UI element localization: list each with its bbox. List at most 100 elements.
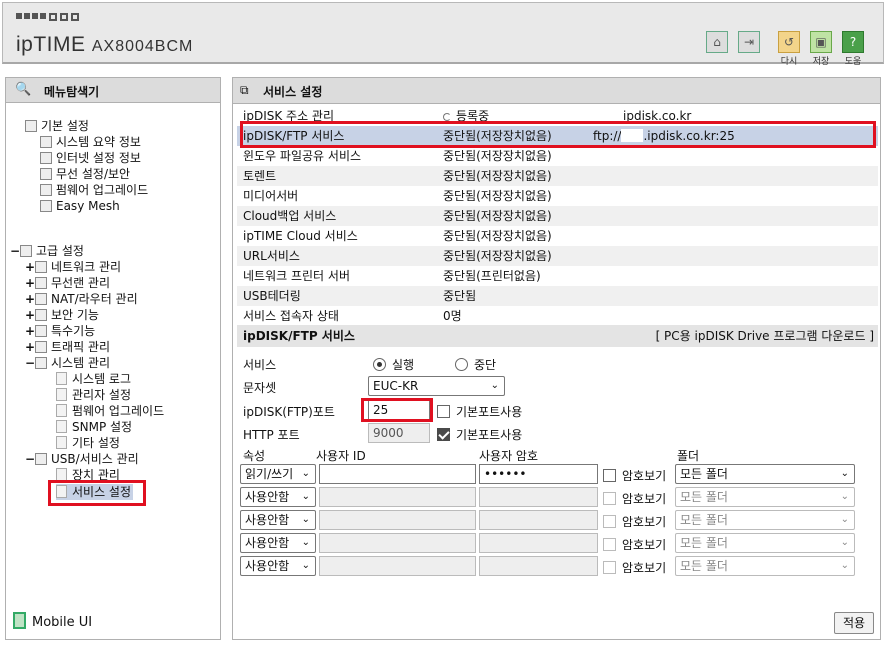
account-pass-input[interactable]: •••••• xyxy=(479,464,598,484)
tree-item-other[interactable]: 기타 설정 xyxy=(56,435,120,451)
tree-item-firmware[interactable]: 펌웨어 업그레이드 xyxy=(40,182,148,198)
run-radio[interactable]: 실행 xyxy=(373,356,414,373)
show-password-checkbox[interactable]: 암호보기 xyxy=(603,490,666,507)
service-status: 중단됨(저장장치없음) xyxy=(443,229,552,243)
charset-select[interactable]: EUC-KR ⌄ xyxy=(368,376,505,396)
account-folder-select[interactable]: 모든 폴더 ⌄ xyxy=(675,533,855,553)
logout-button[interactable]: ⇥ xyxy=(736,31,762,53)
tree-item-traffic[interactable]: + 트래픽 관리 xyxy=(25,339,110,355)
account-pass-input[interactable] xyxy=(479,510,598,530)
tree-item-usb[interactable]: − USB/서비스 관리 xyxy=(25,451,139,467)
chevron-down-icon: ⌄ xyxy=(301,468,310,479)
radio-icon xyxy=(373,358,386,371)
stop-radio[interactable]: 중단 xyxy=(455,356,496,373)
tree-item-network[interactable]: + 네트워크 관리 xyxy=(25,259,121,275)
gear-icon xyxy=(35,325,47,337)
account-folder-select[interactable]: 모든 폴더 ⌄ xyxy=(675,464,855,484)
col-user-header: 사용자 ID xyxy=(316,449,366,463)
account-pass-input[interactable] xyxy=(479,487,598,507)
tree-item-wireless[interactable]: 무선 설정/보안 xyxy=(40,166,130,182)
account-folder-select[interactable]: 모든 폴더 ⌄ xyxy=(675,510,855,530)
account-folder-select[interactable]: 모든 폴더 ⌄ xyxy=(675,556,855,576)
tree-item-syslog[interactable]: 시스템 로그 xyxy=(56,371,131,387)
tree-item-snmp[interactable]: SNMP 설정 xyxy=(56,419,132,435)
account-user-input[interactable] xyxy=(319,533,476,553)
select-value: 사용안함 xyxy=(245,513,290,527)
http-default-port-checkbox[interactable]: 기본포트사용 xyxy=(437,426,522,443)
account-attr-select[interactable]: 사용안함 ⌄ xyxy=(240,487,316,507)
checkbox-icon xyxy=(603,538,616,551)
tree-label: NAT/라우터 관리 xyxy=(51,292,138,306)
show-password-checkbox[interactable]: 암호보기 xyxy=(603,513,666,530)
show-password-checkbox[interactable]: 암호보기 xyxy=(603,559,666,576)
tree-label: 펌웨어 업그레이드 xyxy=(56,183,149,197)
upgrade-icon xyxy=(40,184,52,196)
service-row: ipTIME Cloud 서비스 중단됨(저장장치없음) xyxy=(237,226,878,246)
model-name: AX8004BCM xyxy=(91,38,194,55)
account-user-input[interactable] xyxy=(319,487,476,507)
window-icon: ⧉ xyxy=(240,83,249,97)
radio-label: 중단 xyxy=(474,358,497,372)
input-value: 9000 xyxy=(373,426,404,440)
tree-label: 기타 설정 xyxy=(72,436,120,450)
ipdisk-drive-download-link[interactable]: [ PC용 ipDISK Drive 프로그램 다운로드 ] xyxy=(656,325,874,347)
col-folder-header: 폴더 xyxy=(677,449,700,463)
service-status: 중단됨(저장장치없음) xyxy=(443,189,552,203)
chevron-down-icon: ⌄ xyxy=(840,560,849,571)
account-attr-select[interactable]: 읽기/쓰기 ⌄ xyxy=(240,464,316,484)
show-password-checkbox[interactable]: 암호보기 xyxy=(603,467,666,484)
ftp-default-port-checkbox[interactable]: 기본포트사용 xyxy=(437,403,522,420)
service-name: USB테더링 xyxy=(243,289,301,303)
account-attr-select[interactable]: 사용안함 ⌄ xyxy=(240,510,316,530)
home-button[interactable]: ⌂ xyxy=(704,31,730,53)
tree-label: 인터넷 설정 정보 xyxy=(56,151,141,165)
mobile-ui-link[interactable]: Mobile UI xyxy=(13,612,92,630)
select-value: 모든 폴더 xyxy=(680,467,728,481)
apply-button[interactable]: 적용 xyxy=(834,612,874,634)
tree-label: 시스템 로그 xyxy=(72,372,132,386)
service-row: 토렌트 중단됨(저장장치없음) xyxy=(237,166,878,186)
account-user-input[interactable] xyxy=(319,556,476,576)
tree-item-security[interactable]: + 보안 기능 xyxy=(25,307,99,323)
account-pass-input[interactable] xyxy=(479,533,598,553)
http-port-input[interactable]: 9000 xyxy=(368,423,430,443)
account-attr-select[interactable]: 사용안함 ⌄ xyxy=(240,533,316,553)
ftp-port-label: ipDISK(FTP)포트 xyxy=(243,405,335,419)
refresh-button[interactable]: ↺ 다시 xyxy=(776,31,802,67)
account-user-input[interactable] xyxy=(319,464,476,484)
tree-label: 시스템 요약 정보 xyxy=(56,135,141,149)
router-icon xyxy=(35,293,47,305)
tree-item-internet-info[interactable]: 인터넷 설정 정보 xyxy=(40,150,141,166)
show-password-checkbox[interactable]: 암호보기 xyxy=(603,536,666,553)
help-button[interactable]: ? 도움 xyxy=(840,31,866,67)
service-name: Cloud백업 서비스 xyxy=(243,209,337,223)
tree-item-special[interactable]: + 특수기능 xyxy=(25,323,95,339)
tree-item-wlan[interactable]: + 무선랜 관리 xyxy=(25,275,110,291)
tree-label: Easy Mesh xyxy=(56,199,120,213)
main-header: ⧉ 서비스 설정 xyxy=(233,78,880,104)
input-value: •••••• xyxy=(484,467,527,481)
search-icon: 🔍 xyxy=(15,82,32,97)
tree-basic-settings[interactable]: 기본 설정 xyxy=(25,118,89,134)
account-attr-select[interactable]: 사용안함 ⌄ xyxy=(240,556,316,576)
tree-item-admin[interactable]: 관리자 설정 xyxy=(56,387,131,403)
account-pass-input[interactable] xyxy=(479,556,598,576)
select-value: 사용안함 xyxy=(245,559,290,573)
page-icon xyxy=(56,420,67,433)
mobile-ui-label: Mobile UI xyxy=(32,615,93,630)
account-folder-select[interactable]: 모든 폴더 ⌄ xyxy=(675,487,855,507)
account-user-input[interactable] xyxy=(319,510,476,530)
tree-item-system[interactable]: − 시스템 관리 xyxy=(25,355,110,371)
tree-advanced-settings[interactable]: − 고급 설정 xyxy=(10,243,84,259)
tree-item-nat[interactable]: + NAT/라우터 관리 xyxy=(25,291,138,307)
wifi-icon xyxy=(35,277,47,289)
service-row: USB테더링 중단됨 xyxy=(237,286,878,306)
tree-item-easymesh[interactable]: Easy Mesh xyxy=(40,198,120,214)
tree-item-fw-upgrade[interactable]: 펌웨어 업그레이드 xyxy=(56,403,164,419)
checkbox-label: 암호보기 xyxy=(622,515,667,529)
save-button[interactable]: ▣ 저장 xyxy=(808,31,834,67)
tree-label: 특수기능 xyxy=(51,324,96,338)
logout-icon: ⇥ xyxy=(738,31,760,53)
tree-item-system-summary[interactable]: 시스템 요약 정보 xyxy=(40,134,141,150)
page-icon xyxy=(56,388,67,401)
